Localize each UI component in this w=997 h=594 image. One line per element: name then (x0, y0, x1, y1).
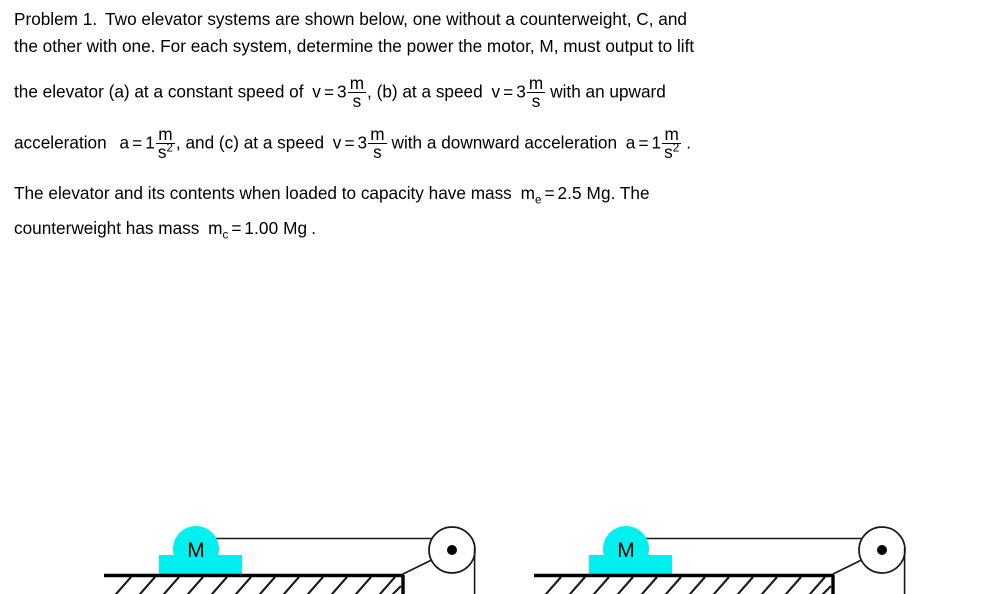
line4-period: . (686, 132, 691, 153)
line6-text-a: counterweight has mass (14, 218, 200, 239)
statement-line-3: the elevator (a) at a constant speed of … (14, 60, 989, 111)
problem-label: Problem 1. (14, 9, 98, 29)
line6-period: . (311, 218, 316, 239)
figure-area: M M (0, 258, 997, 594)
line4-value: 1 (145, 132, 155, 153)
line3-fraction-2-m-per-s: ms (526, 72, 546, 112)
line4-equals-2: = (344, 132, 355, 153)
problem-page: Problem 1. Two elevator systems are shown… (0, 0, 997, 594)
line4-fraction-3-denominator: s2 (662, 141, 681, 163)
line3-equals-2: = (503, 81, 514, 102)
line3-variable-v: v (312, 81, 321, 102)
line3-fraction-2-denominator: s (531, 91, 541, 112)
line4-fraction-3-m-per-s2: m s2 (662, 125, 682, 163)
line5-text-b: . The (610, 183, 650, 204)
line4-fraction-denominator-exponent: 2 (166, 141, 173, 155)
left-pulley-axle (447, 545, 457, 555)
line6-value: 1.00 Mg (244, 218, 308, 239)
line3-fraction-2-numerator: m (528, 72, 544, 93)
line5-value: 2.5 Mg (557, 183, 611, 204)
problem-statement: Problem 1. Two elevator systems are shown… (14, 6, 989, 242)
line3-text-a: the elevator (a) at a constant speed of (14, 81, 304, 102)
left-ground-hatching (114, 576, 396, 594)
left-diagram: M (104, 526, 476, 594)
line3-equals: = (324, 81, 335, 102)
line4-text-a: acceleration (14, 132, 107, 153)
line4-fraction-denominator: s2 (156, 141, 175, 162)
line4-text-c: with a downward acceleration (391, 132, 617, 153)
statement-line-5: The elevator and its contents when loade… (14, 162, 989, 207)
line3-value: 3 (337, 81, 347, 102)
line4-variable-a: a (119, 132, 130, 153)
line4-fraction-2-denominator: s (373, 142, 382, 163)
right-diagram: M (534, 526, 906, 594)
line4-value-3: 1 (651, 132, 662, 153)
elevator-systems-figure: M M (104, 526, 906, 594)
line4-fraction-m-per-s2: m s2 (155, 125, 175, 162)
statement-line-2-text: the other with one. For each system, det… (14, 36, 695, 56)
line4-text-b: , and (c) at a speed (175, 132, 324, 153)
line3-text-c: with an upward (550, 81, 666, 102)
line4-value-2: 3 (357, 132, 368, 153)
line3-fraction-m-per-s: ms (347, 72, 367, 112)
line4-fraction-3-denominator-base: s (664, 142, 673, 163)
line5-equals: = (544, 183, 555, 204)
statement-line-4: acceleration a = 1 m s2, and (c) at a speed … (14, 111, 989, 162)
line4-equals: = (132, 132, 143, 153)
right-top-pulley-axle (877, 545, 887, 555)
line6-equals: = (231, 218, 242, 239)
line5-text-a: The elevator and its contents when loade… (14, 183, 512, 204)
line6-variable-m: m (208, 218, 223, 239)
line3-fraction-denominator: s (352, 91, 362, 112)
line5-variable-m: m (520, 183, 535, 204)
line4-fraction-2-numerator: m (370, 123, 385, 144)
line3-value-2: 3 (516, 81, 526, 102)
statement-line-2: the other with one. For each system, det… (14, 33, 989, 60)
line4-fraction-2-m-per-s: ms (368, 123, 387, 163)
statement-line-6: counterweight has mass mc = 1.00 Mg. (14, 207, 989, 242)
line4-fraction-3-denominator-exponent: 2 (672, 141, 680, 155)
left-motor-label: M (187, 539, 205, 562)
line3-variable-v2: v (491, 81, 501, 102)
line3-fraction-numerator: m (349, 72, 365, 93)
right-motor-label: M (617, 539, 635, 562)
line3-text-b: , (b) at a speed (367, 81, 483, 102)
statement-line-1-text: Two elevator systems are shown below, on… (105, 9, 687, 29)
line4-equals-3: = (638, 132, 649, 153)
line4-variable-a2: a (625, 132, 636, 153)
statement-line-1: Problem 1. Two elevator systems are shown… (14, 6, 989, 33)
right-ground-hatching (544, 576, 826, 594)
